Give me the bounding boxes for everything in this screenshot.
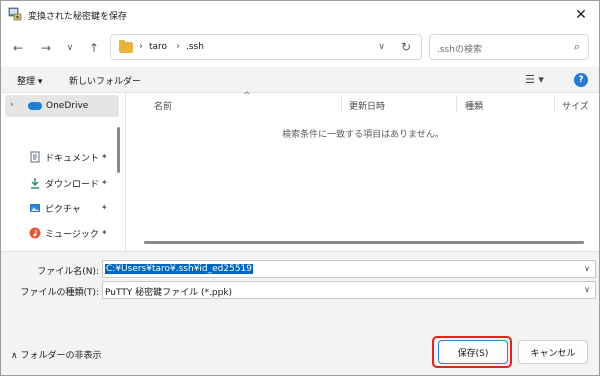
column-header-name[interactable]: 名前 <box>154 99 172 112</box>
breadcrumb-separator: › <box>176 41 180 52</box>
pin-icon: ✦ <box>101 152 108 161</box>
download-icon <box>31 178 39 189</box>
up-button[interactable]: ↑ <box>85 39 103 57</box>
file-list: ^ 名前 更新日時 種類 サイズ 検索条件に一致する項目はありません。 <box>125 91 599 251</box>
column-header-type[interactable]: 種類 <box>465 99 483 112</box>
address-bar[interactable]: › taro › .ssh ∨ ↻ <box>110 34 422 60</box>
forward-button[interactable]: → <box>37 39 55 57</box>
arrow-up-icon: ↑ <box>88 41 100 55</box>
filename-field[interactable]: C:¥Users¥taro¥.ssh¥id_ed25519 ∨ <box>102 260 596 278</box>
sidebar-item-label: ミュージック <box>45 230 99 240</box>
column-header-size[interactable]: サイズ <box>562 99 589 112</box>
new-folder-button[interactable]: 新しいフォルダー <box>69 74 141 87</box>
save-button-highlight <box>432 336 512 368</box>
sidebar-item-label: ピクチャ <box>45 205 81 215</box>
putty-key-icon <box>8 7 22 21</box>
view-options-icon[interactable]: ☰ ▾ <box>525 73 544 86</box>
column-divider[interactable] <box>554 95 555 113</box>
recent-locations-button[interactable]: ∨ <box>61 39 79 57</box>
pictures-icon <box>30 204 40 212</box>
navigation-pane: › OneDrive ドキュメント ✦ ダウンロード ✦ ピクチャ ✦ ミュージ… <box>1 93 125 251</box>
close-button[interactable]: ✕ <box>567 3 595 27</box>
filetype-value: PuTTY 秘密鍵ファイル (*.ppk) <box>105 288 233 298</box>
hide-folders-toggle[interactable]: ∧ フォルダーの非表示 <box>11 348 101 361</box>
filetype-label: ファイルの種類(T): <box>20 288 99 298</box>
close-icon: ✕ <box>575 7 587 23</box>
breadcrumb-ssh[interactable]: .ssh <box>186 42 204 52</box>
command-bar: 整理 ▾ 新しいフォルダー ☰ ▾ ? <box>1 67 599 93</box>
folder-icon <box>119 40 133 53</box>
arrow-left-icon: ← <box>12 41 24 55</box>
onedrive-cloud-icon <box>28 102 42 110</box>
sidebar-scrollbar[interactable] <box>117 127 120 173</box>
column-header-modified[interactable]: 更新日時 <box>349 99 385 112</box>
pin-icon: ✦ <box>101 178 108 187</box>
chevron-right-icon: › <box>10 100 14 110</box>
filetype-select[interactable]: PuTTY 秘密鍵ファイル (*.ppk) ∨ <box>102 281 596 299</box>
sidebar-item-onedrive[interactable]: › OneDrive <box>5 95 119 117</box>
refresh-icon[interactable]: ↻ <box>401 40 411 54</box>
breadcrumb-separator: › <box>139 41 143 52</box>
arrow-right-icon: → <box>40 41 52 55</box>
filename-label: ファイル名(N): <box>37 267 99 277</box>
search-icon: ⌕ <box>573 40 580 53</box>
navigation-bar: ← → ∨ ↑ › taro › .ssh ∨ ↻ .sshの検索 ⌕ <box>1 29 599 67</box>
music-icon <box>29 227 41 239</box>
column-divider[interactable] <box>456 95 457 113</box>
back-button[interactable]: ← <box>9 39 27 57</box>
sidebar-item-label: OneDrive <box>46 101 89 111</box>
save-dialog: 変換された秘密鍵を保存 ✕ ← → ∨ ↑ › taro › .ssh ∨ ↻ … <box>0 0 600 376</box>
horizontal-scrollbar[interactable] <box>144 241 584 244</box>
search-placeholder: .sshの検索 <box>437 45 482 55</box>
pin-icon: ✦ <box>101 228 108 237</box>
chevron-down-icon[interactable]: ∨ <box>584 285 590 294</box>
organize-menu[interactable]: 整理 ▾ <box>17 74 42 87</box>
help-icon[interactable]: ? <box>574 73 588 87</box>
save-form: ファイル名(N): C:¥Users¥taro¥.ssh¥id_ed25519 … <box>1 251 599 301</box>
title-bar: 変換された秘密鍵を保存 ✕ <box>1 1 599 29</box>
sidebar-item-label: ドキュメント <box>45 154 100 164</box>
sidebar-item-label: ダウンロード <box>45 180 100 190</box>
pin-icon: ✦ <box>101 203 108 212</box>
window-title: 変換された秘密鍵を保存 <box>28 12 128 22</box>
filename-value: C:¥Users¥taro¥.ssh¥id_ed25519 <box>105 264 254 274</box>
chevron-down-icon: ∨ <box>66 43 74 53</box>
column-divider[interactable] <box>341 95 342 113</box>
document-icon <box>30 151 40 163</box>
search-box[interactable]: .sshの検索 ⌕ <box>429 34 589 60</box>
breadcrumb-taro[interactable]: taro <box>149 42 167 52</box>
cancel-button[interactable]: キャンセル <box>518 340 588 364</box>
chevron-down-icon[interactable]: ∨ <box>584 264 590 273</box>
sort-ascending-icon: ^ <box>243 91 251 101</box>
address-dropdown-icon[interactable]: ∨ <box>378 42 385 52</box>
empty-message: 検索条件に一致する項目はありません。 <box>282 130 444 140</box>
